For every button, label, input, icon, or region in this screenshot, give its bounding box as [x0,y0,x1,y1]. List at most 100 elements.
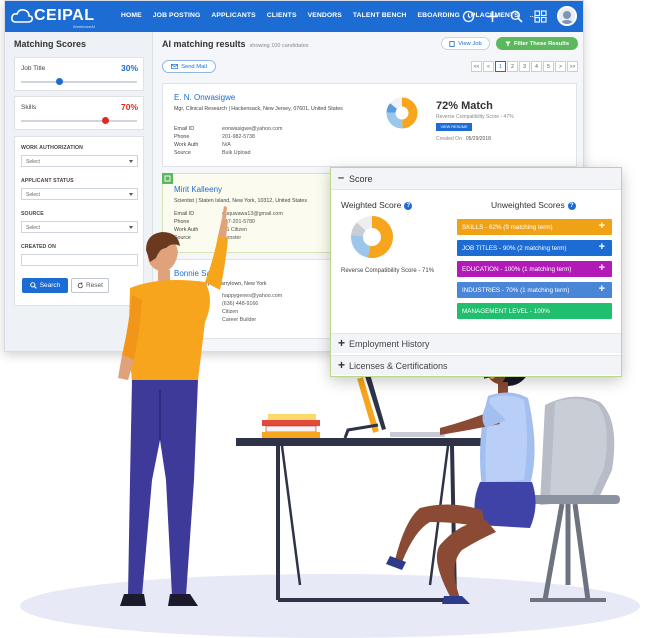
page-2[interactable]: 2 [507,61,518,72]
job-title-label: Job Title [21,65,46,72]
expand-plus-icon[interactable]: + [599,262,605,274]
desk [236,438,488,602]
industries-score-label: INDUSTRIES - 70% (1 matching term) [462,286,570,294]
work-auth-value: N/A [222,142,231,148]
skills-slider-handle[interactable] [102,117,110,124]
job-titles-score-bar[interactable]: JOB TITLES - 90% (2 matching term) + [457,240,612,256]
weighted-score-donut [351,216,393,258]
work-auth-label: Work Auth [174,309,199,315]
expand-plus-icon[interactable]: + [599,220,605,232]
top-navigation-bar: CEIPAL WorkforceAI HOME JOB POSTING APPL… [5,1,583,32]
page-4[interactable]: 4 [531,61,542,72]
candidate-name[interactable]: Bonnie Saez [174,269,219,278]
education-score-bar[interactable]: EDUCATION - 100% (1 matching term) + [457,261,612,277]
nav-clients[interactable]: CLIENTS [267,12,297,19]
candidate-name[interactable]: Mirit Kalleeny [174,185,222,194]
candidate-email: Email ID ququwawa13@gmail.com [174,211,283,217]
management-level-score-bar[interactable]: MANAGEMENT LEVEL - 100% [457,303,612,319]
nav-job-posting[interactable]: JOB POSTING [153,12,201,19]
created-label: Created On [436,136,462,142]
weighted-score-label: Weighted Score [341,200,402,210]
nav-applicants[interactable]: APPLICANTS [211,12,255,19]
user-avatar[interactable] [557,6,577,26]
skills-score-label: SKILLS - 62% (9 matching term) [462,223,553,231]
score-popup: – Score Weighted Score? Unweighted Score… [330,167,622,377]
send-mail-button[interactable]: Send Mail [162,60,216,73]
job-title-slider-handle[interactable] [55,78,63,85]
expand-plus-icon[interactable]: + [338,336,345,350]
expand-plus-icon[interactable]: + [599,241,605,253]
score-header[interactable]: – Score [331,168,621,190]
candidate-name[interactable]: E. N. Onwasigwe [174,93,235,102]
work-authorization-select[interactable]: Select [21,155,138,167]
page-prev[interactable]: < [483,61,494,72]
candidate-source: Source Bulk Upload [174,150,251,156]
brand-tagline: WorkforceAI [73,24,95,29]
history-icon[interactable] [461,9,475,23]
search-icon [29,282,37,289]
unweighted-scores-label: Unweighted Scores [491,200,565,210]
candidate-card: E. N. Onwasigwe Mgr, Clinical Research |… [162,83,577,167]
reset-button[interactable]: Reset [71,278,109,293]
created-on-label: CREATED ON [21,244,56,250]
nav-eboarding[interactable]: EBOARDING [417,12,459,19]
candidate-email: Email ID happygenes@yahoo.com [174,293,282,299]
book-stack [262,414,320,438]
filter-results-label: Filter These Results [513,40,570,47]
candidate-phone: Phone (636) 448-9166 [174,301,258,307]
computer-monitor [343,374,445,439]
cloud-logo-icon [11,9,33,23]
match-score: 72% Match [436,100,493,112]
applicant-status-select[interactable]: Select [21,188,138,200]
page-last[interactable]: >> [567,61,578,72]
ceipal-logo[interactable]: CEIPAL WorkforceAI [11,5,103,29]
grid-icon[interactable] [533,9,547,23]
source-value: Career Builder [222,317,257,323]
filter-results-button[interactable]: Filter These Results [496,37,578,50]
licenses-certifications-section[interactable]: + Licenses & Certifications [331,355,621,375]
work-authorization-value: Select [26,159,40,165]
email-value: ququwawa13@gmail.com [222,211,283,217]
plus-icon[interactable] [485,9,499,23]
send-mail-label: Send Mail [181,63,207,70]
selected-checkbox[interactable] [162,173,173,184]
reverse-compatibility: Reverse Compatibility Score - 47% [436,114,514,120]
sidebar-title: Matching Scores [14,39,87,49]
skills-slider[interactable] [21,117,137,124]
reset-icon [77,282,84,289]
search-button[interactable]: Search [22,278,68,293]
collapse-icon[interactable]: – [338,172,344,184]
education-score-label: EDUCATION - 100% (1 matching term) [462,265,572,273]
job-title-percent: 30% [120,63,138,73]
employment-history-label: Employment History [349,339,430,349]
job-title-slider[interactable] [21,78,137,85]
help-icon[interactable]: ? [404,202,413,210]
help-icon[interactable]: ? [567,202,576,210]
nav-talent-bench[interactable]: TALENT BENCH [353,12,407,19]
page-1[interactable]: 1 [495,61,506,72]
expand-plus-icon[interactable]: + [599,283,605,295]
view-job-label: View Job [458,40,482,47]
source-select[interactable]: Select [21,221,138,233]
industries-score-bar[interactable]: INDUSTRIES - 70% (1 matching term) + [457,282,612,298]
nav-vendors[interactable]: VENDORS [308,12,342,19]
nav-home[interactable]: HOME [121,12,142,19]
search-icon[interactable] [509,9,523,23]
candidate-source: Source Monster [174,235,241,241]
matching-scores-sidebar: Matching Scores Job Title 30% Skills 70%… [5,32,153,351]
skills-score-bar[interactable]: SKILLS - 62% (9 matching term) + [457,219,612,235]
expand-plus-icon[interactable]: + [338,358,345,372]
email-value: eonwasigwe@yahoo.com [222,126,283,132]
created-on-input[interactable] [21,254,138,266]
view-resume-button[interactable]: VIEW RESUME [436,123,472,131]
view-job-button[interactable]: View Job [441,37,490,50]
employment-history-section[interactable]: + Employment History [331,333,621,353]
page-next[interactable]: > [555,61,566,72]
candidate-work-auth: Work Auth US Citizen [174,227,247,233]
page-3[interactable]: 3 [519,61,530,72]
check-icon [164,175,171,182]
page-first[interactable]: << [471,61,482,72]
nav-icons [461,6,577,26]
email-label: Email ID [174,126,195,132]
page-5[interactable]: 5 [543,61,554,72]
